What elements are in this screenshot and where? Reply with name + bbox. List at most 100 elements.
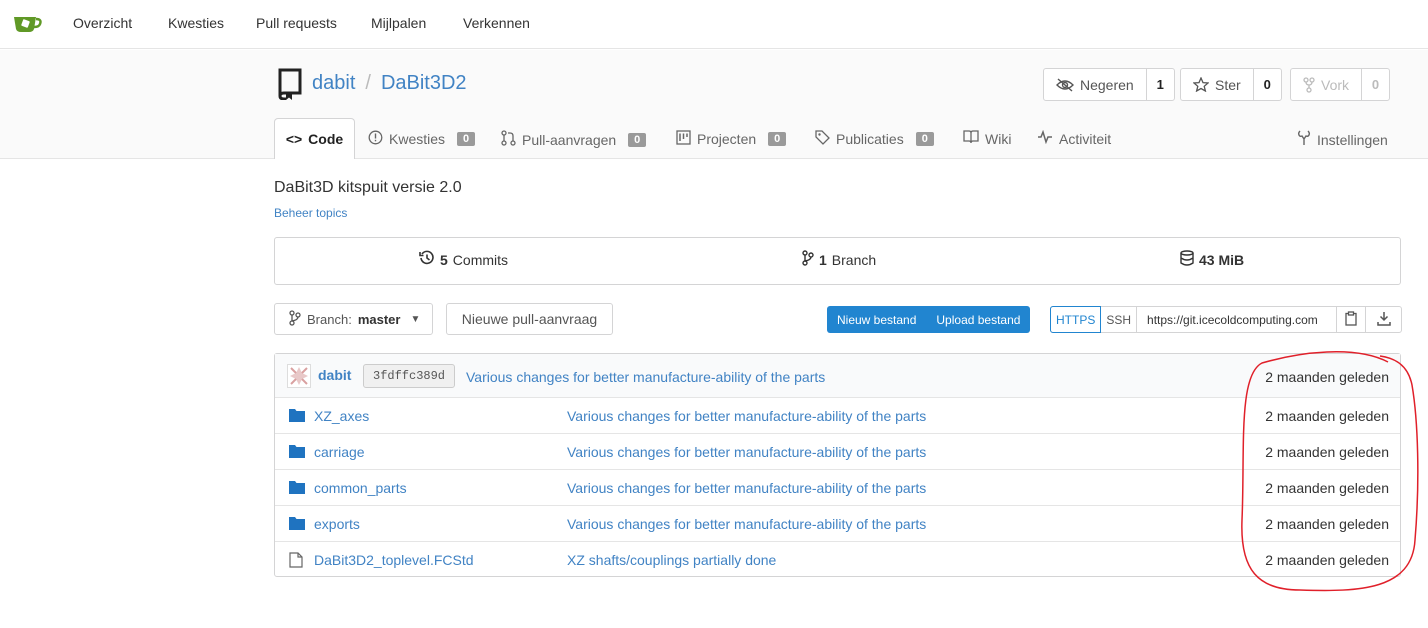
- file-name[interactable]: exports: [314, 516, 360, 532]
- commits-stat[interactable]: 5 Commits: [419, 250, 508, 269]
- commits-label: Commits: [452, 251, 509, 268]
- git-branch-icon: [802, 250, 814, 269]
- repo-owner-link[interactable]: dabit: [312, 72, 355, 94]
- caret-down-icon: ▼: [410, 313, 421, 325]
- table-row: carriage Various changes for better manu…: [275, 434, 1400, 470]
- download-button[interactable]: [1366, 307, 1401, 332]
- branch-label: Branch: [831, 251, 877, 268]
- file-commit-message[interactable]: Various changes for better manufacture-a…: [567, 480, 926, 496]
- repo-name-link[interactable]: DaBit3D2: [381, 72, 467, 94]
- git-pull-request-icon: [501, 130, 516, 149]
- tab-wiki-label: Wiki: [985, 130, 1012, 147]
- watch-button[interactable]: Negeren: [1044, 69, 1147, 100]
- avatar[interactable]: [287, 364, 311, 388]
- new-file-button[interactable]: Nieuw bestand: [827, 306, 926, 333]
- repo-icon: [278, 68, 302, 100]
- file-table: dabit 3fdffc389d Various changes for bet…: [274, 353, 1401, 577]
- new-pull-request-button[interactable]: Nieuwe pull-aanvraag: [446, 303, 613, 335]
- git-branch-icon: [289, 309, 301, 329]
- branch-count: 1: [819, 251, 827, 268]
- table-row: exports Various changes for better manuf…: [275, 506, 1400, 542]
- file-name[interactable]: carriage: [314, 444, 365, 460]
- tab-issues-count: 0: [457, 132, 476, 146]
- tab-settings-label: Instellingen: [1317, 131, 1388, 148]
- https-toggle[interactable]: HTTPS: [1050, 306, 1102, 333]
- tab-projects-label: Projecten: [697, 131, 757, 147]
- tag-icon: [815, 130, 830, 148]
- file-name[interactable]: XZ_axes: [314, 408, 369, 424]
- top-navbar: Overzicht Kwesties Pull requests Mijlpal…: [0, 0, 1428, 49]
- branches-stat[interactable]: 1 Branch: [802, 250, 876, 269]
- latest-commit-row: dabit 3fdffc389d Various changes for bet…: [275, 354, 1400, 398]
- tab-code[interactable]: <> Code: [274, 118, 355, 159]
- project-icon: [676, 130, 691, 148]
- fork-count[interactable]: 0: [1362, 69, 1389, 100]
- commit-message[interactable]: Various changes for better manufacture-a…: [466, 369, 825, 385]
- tab-activity[interactable]: Activiteit: [1037, 129, 1111, 147]
- branch-name: master: [357, 311, 401, 327]
- file-time: 2 maanden geleden: [1265, 516, 1389, 532]
- file-commit-message[interactable]: XZ shafts/couplings partially done: [567, 552, 776, 568]
- folder-icon: [289, 408, 305, 422]
- repo-title: dabit / DaBit3D2: [312, 72, 467, 95]
- file-commit-message[interactable]: Various changes for better manufacture-a…: [567, 408, 926, 424]
- commit-author[interactable]: dabit: [318, 367, 351, 383]
- upload-file-button[interactable]: Upload bestand: [926, 306, 1030, 333]
- file-commit-message[interactable]: Various changes for better manufacture-a…: [567, 444, 926, 460]
- file-name[interactable]: DaBit3D2_toplevel.FCStd: [314, 552, 474, 568]
- watch-label: Negeren: [1080, 76, 1134, 93]
- table-row: XZ_axes Various changes for better manuf…: [275, 398, 1400, 434]
- tab-wiki[interactable]: Wiki: [963, 130, 1011, 147]
- ssh-toggle[interactable]: SSH: [1101, 307, 1138, 332]
- star-count[interactable]: 0: [1254, 69, 1281, 100]
- tab-releases[interactable]: Publicaties 0: [815, 130, 934, 148]
- nav-issues[interactable]: Kwesties: [168, 15, 224, 31]
- file-name[interactable]: common_parts: [314, 480, 407, 496]
- database-icon: [1180, 250, 1194, 269]
- clipboard-icon: [1345, 310, 1357, 329]
- repo-description: DaBit3D kitspuit versie 2.0: [274, 179, 462, 196]
- folder-icon: [289, 480, 305, 494]
- tab-settings[interactable]: Instellingen: [1297, 130, 1388, 149]
- manage-topics-link[interactable]: Beheer topics: [274, 206, 347, 220]
- folder-icon: [289, 444, 305, 458]
- tab-issues[interactable]: Kwesties 0: [368, 130, 476, 148]
- download-icon: [1376, 311, 1391, 329]
- fork-button-group[interactable]: Vork 0: [1290, 68, 1391, 101]
- issue-opened-icon: [368, 130, 383, 148]
- star-button-group[interactable]: Ster 0: [1180, 68, 1282, 101]
- star-button[interactable]: Ster: [1181, 69, 1254, 100]
- commit-sha[interactable]: 3fdffc389d: [363, 364, 456, 388]
- tab-code-label: Code: [308, 131, 344, 147]
- watch-button-group[interactable]: Negeren 1: [1043, 68, 1175, 101]
- tab-projects[interactable]: Projecten 0: [676, 130, 787, 148]
- clone-url-input[interactable]: https://git.icecoldcomputing.com: [1137, 307, 1338, 332]
- star-label: Ster: [1215, 76, 1241, 93]
- tab-projects-count: 0: [768, 132, 787, 146]
- branch-dropdown[interactable]: Branch: master ▼: [274, 303, 433, 335]
- nav-pull-requests[interactable]: Pull requests: [256, 15, 337, 31]
- file-time: 2 maanden geleden: [1265, 480, 1389, 496]
- repo-size: 43 MiB: [1199, 251, 1245, 268]
- commits-count: 5: [440, 251, 448, 268]
- nav-milestones[interactable]: Mijlpalen: [371, 15, 426, 31]
- clone-panel: HTTPS SSH https://git.icecoldcomputing.c…: [1050, 306, 1403, 333]
- file-time: 2 maanden geleden: [1265, 552, 1389, 568]
- gitea-logo-icon[interactable]: [12, 12, 42, 34]
- nav-overview[interactable]: Overzicht: [73, 15, 132, 31]
- branch-label: Branch:: [307, 311, 352, 327]
- file-icon: [289, 552, 305, 568]
- size-stat: 43 MiB: [1180, 250, 1244, 269]
- fork-icon: [1303, 76, 1315, 93]
- copy-clipboard-button[interactable]: [1337, 307, 1367, 332]
- pulse-icon: [1037, 129, 1053, 147]
- file-actions-group: Nieuw bestand Upload bestand: [827, 306, 1031, 333]
- watch-count[interactable]: 1: [1147, 69, 1174, 100]
- nav-explore[interactable]: Verkennen: [463, 15, 530, 31]
- book-icon: [963, 130, 979, 147]
- repo-stats-bar: 5 Commits 1 Branch 43 MiB: [274, 237, 1401, 285]
- commit-time: 2 maanden geleden: [1265, 369, 1389, 385]
- file-commit-message[interactable]: Various changes for better manufacture-a…: [567, 516, 926, 532]
- tab-pull-requests[interactable]: Pull-aanvragen 0: [501, 130, 647, 149]
- fork-button[interactable]: Vork: [1291, 69, 1363, 100]
